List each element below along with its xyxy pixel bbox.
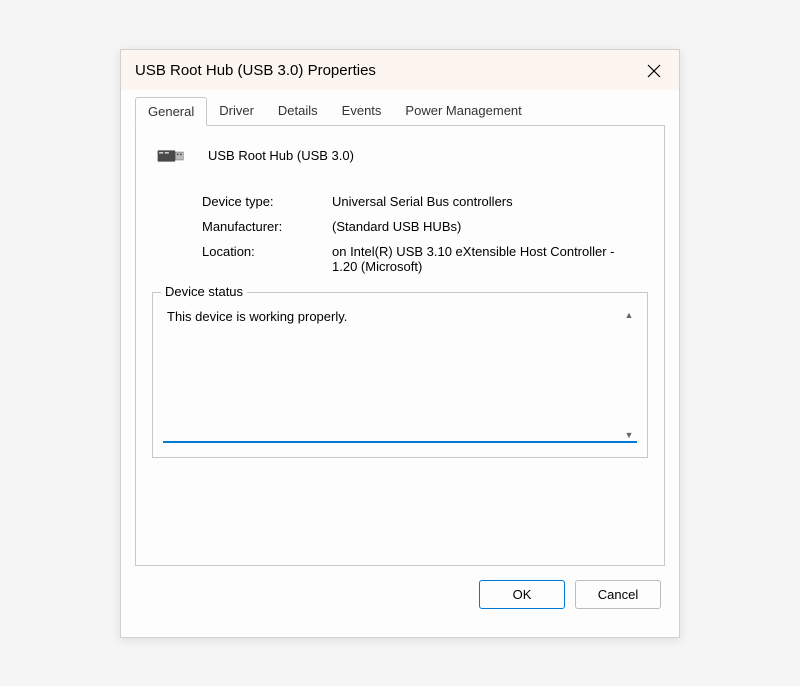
tab-general[interactable]: General (135, 97, 207, 126)
info-row-type: Device type: Universal Serial Bus contro… (152, 194, 648, 209)
device-type-value: Universal Serial Bus controllers (332, 194, 648, 209)
device-status-box: This device is working properly. ▲ ▼ (163, 307, 637, 447)
device-status-group: Device status This device is working pro… (152, 292, 648, 458)
tab-details[interactable]: Details (266, 97, 330, 126)
device-name: USB Root Hub (USB 3.0) (208, 148, 354, 163)
location-value: on Intel(R) USB 3.10 eXtensible Host Con… (332, 244, 648, 274)
status-scrollbar[interactable]: ▲ ▼ (621, 307, 637, 447)
usb-connector-icon (156, 144, 188, 168)
tab-driver[interactable]: Driver (207, 97, 266, 126)
tab-events[interactable]: Events (330, 97, 394, 126)
close-icon (647, 64, 661, 78)
location-label: Location: (202, 244, 332, 274)
titlebar: USB Root Hub (USB 3.0) Properties (121, 50, 679, 90)
tab-strip: General Driver Details Events Power Mana… (135, 90, 665, 126)
content-area: General Driver Details Events Power Mana… (121, 90, 679, 637)
properties-window: USB Root Hub (USB 3.0) Properties Genera… (120, 49, 680, 638)
info-row-location: Location: on Intel(R) USB 3.10 eXtensibl… (152, 244, 648, 274)
ok-button[interactable]: OK (479, 580, 565, 609)
manufacturer-label: Manufacturer: (202, 219, 332, 234)
window-title: USB Root Hub (USB 3.0) Properties (135, 62, 376, 79)
cancel-button[interactable]: Cancel (575, 580, 661, 609)
scroll-down-icon[interactable]: ▼ (621, 427, 637, 443)
info-row-manufacturer: Manufacturer: (Standard USB HUBs) (152, 219, 648, 234)
manufacturer-value: (Standard USB HUBs) (332, 219, 648, 234)
scroll-up-icon[interactable]: ▲ (621, 307, 637, 323)
close-button[interactable] (645, 62, 663, 80)
device-status-text[interactable]: This device is working properly. (163, 307, 637, 443)
device-type-label: Device type: (202, 194, 332, 209)
tab-power-management[interactable]: Power Management (393, 97, 533, 126)
device-status-legend: Device status (161, 284, 247, 299)
device-header: USB Root Hub (USB 3.0) (152, 144, 648, 168)
tab-panel-general: USB Root Hub (USB 3.0) Device type: Univ… (135, 126, 665, 566)
button-row: OK Cancel (135, 566, 665, 623)
